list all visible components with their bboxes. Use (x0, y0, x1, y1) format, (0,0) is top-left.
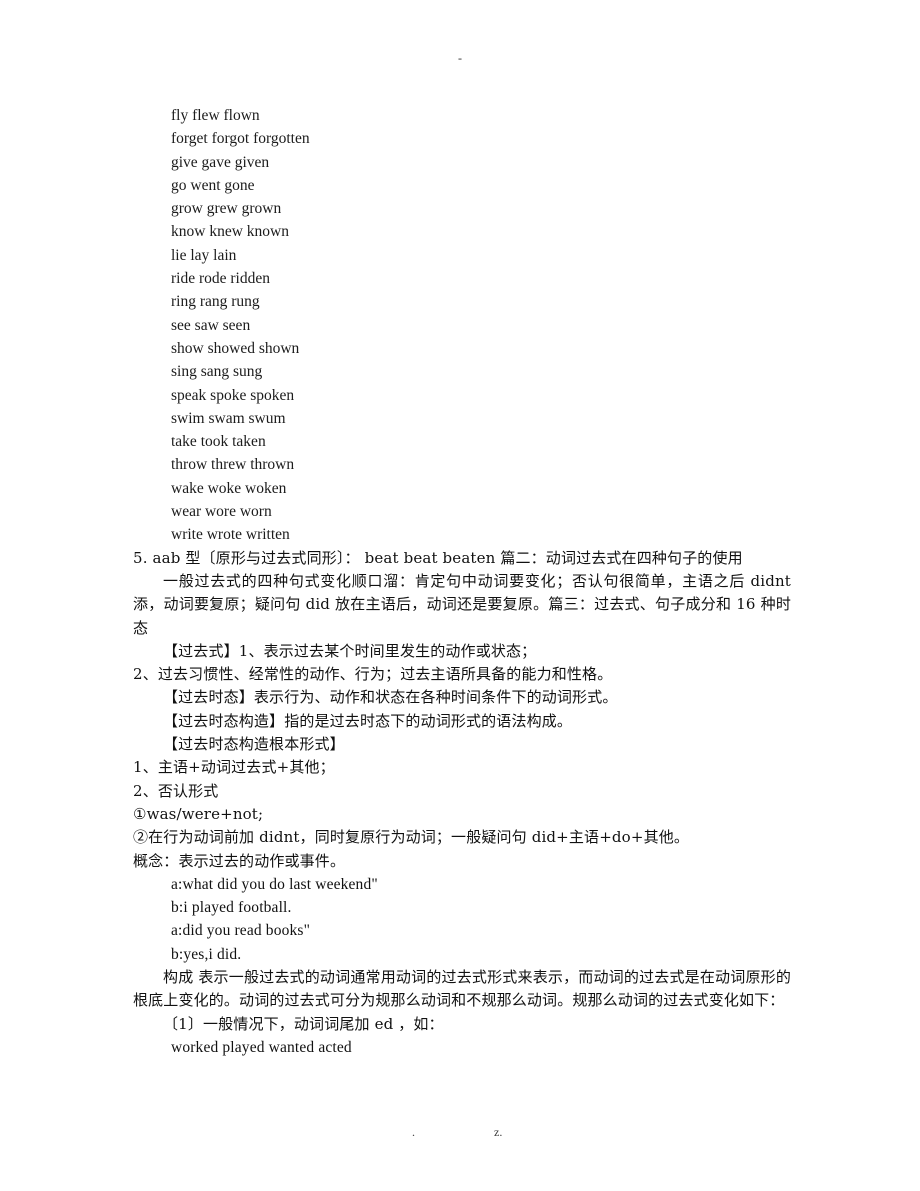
list-item: lie lay lain (171, 246, 237, 264)
dialogue-line: b:i played football. (171, 899, 292, 917)
list-item: take took taken (171, 433, 266, 451)
list-item: write wrote written (171, 526, 290, 544)
paragraph-negative-form-2: ②在行为动词前加 didnt，同时复原行为动词；一般疑问句 did+主语+do+… (133, 828, 690, 847)
list-item: go went gone (171, 176, 255, 194)
list-item: grow grew grown (171, 200, 282, 218)
list-item: show showed shown (171, 339, 300, 357)
paragraph-four-sentence-rhyme: 一般过去式的四种句式变化顺口溜：肯定句中动词要变化；否认句很简单，主语之后 di… (133, 571, 791, 637)
paragraph-past-tense-def-1: 【过去式】1、表示过去某个时间里发生的动作或状态； (163, 641, 537, 660)
list-item: ride rode ridden (171, 270, 270, 288)
list-item: know knew known (171, 223, 289, 241)
list-item: give gave given (171, 153, 270, 171)
list-item: fly flew flown (171, 107, 260, 124)
paragraph-past-tense-structure: 【过去时态构造】指的是过去时态下的动词形式的语法构成。 (163, 711, 573, 730)
document-page: - fly flew flown forget forgot forgotten… (0, 0, 920, 1191)
paragraph-aab-type: 5. aab 型〔原形与过去式同形〕： beat beat beaten 篇二：… (133, 548, 743, 567)
list-item: ring rang rung (171, 293, 260, 311)
example-regular-verbs: worked played wanted acted (171, 1038, 352, 1056)
paragraph-concept: 概念：表示过去的动作或事件。 (133, 851, 346, 870)
footer-left-mark: . (412, 1125, 415, 1139)
dialogue-line: a:did you read books" (171, 922, 311, 940)
list-item: see saw seen (171, 316, 251, 334)
paragraph-negative-form-1: ①was/were+not; (133, 804, 264, 823)
page-footer: . z. (0, 1125, 920, 1139)
list-item: swim swam swum (171, 409, 286, 427)
paragraph-past-tense-state: 【过去时态】表示行为、动作和状态在各种时间条件下的动词形式。 (163, 688, 618, 707)
dialogue-line: b:yes,i did. (171, 945, 242, 963)
list-item: throw threw thrown (171, 456, 295, 474)
list-item: sing sang sung (171, 363, 263, 381)
paragraph-affirmative-form: 1、主语+动词过去式+其他； (133, 758, 335, 777)
document-content: fly flew flown forget forgot forgotten g… (133, 104, 791, 1059)
dialogue-line: a:what did you do last weekend" (171, 875, 378, 893)
footer-right-mark: z. (494, 1125, 503, 1139)
list-item: forget forgot forgotten (171, 130, 310, 148)
list-item: wake woke woken (171, 479, 287, 497)
paragraph-formation: 构成 表示一般过去式的动词通常用动词的过去式形式来表示，而动词的过去式是在动词原… (133, 967, 791, 1010)
paragraph-rule-1: 〔1〕一般情况下，动词词尾加 ed ，如： (163, 1014, 444, 1033)
irregular-verb-list: fly flew flown forget forgot forgotten g… (133, 104, 791, 547)
paragraph-past-tense-def-2: 2、过去习惯性、经常性的动作、行为；过去主语所具备的能力和性格。 (133, 665, 613, 684)
paragraph-past-tense-basic-form-heading: 【过去时态构造根本形式】 (163, 735, 345, 754)
list-item: speak spoke spoken (171, 386, 295, 404)
list-item: wear wore worn (171, 503, 272, 521)
paragraph-negative-form-heading: 2、否认形式 (133, 781, 219, 800)
page-header-mark: - (458, 51, 462, 65)
